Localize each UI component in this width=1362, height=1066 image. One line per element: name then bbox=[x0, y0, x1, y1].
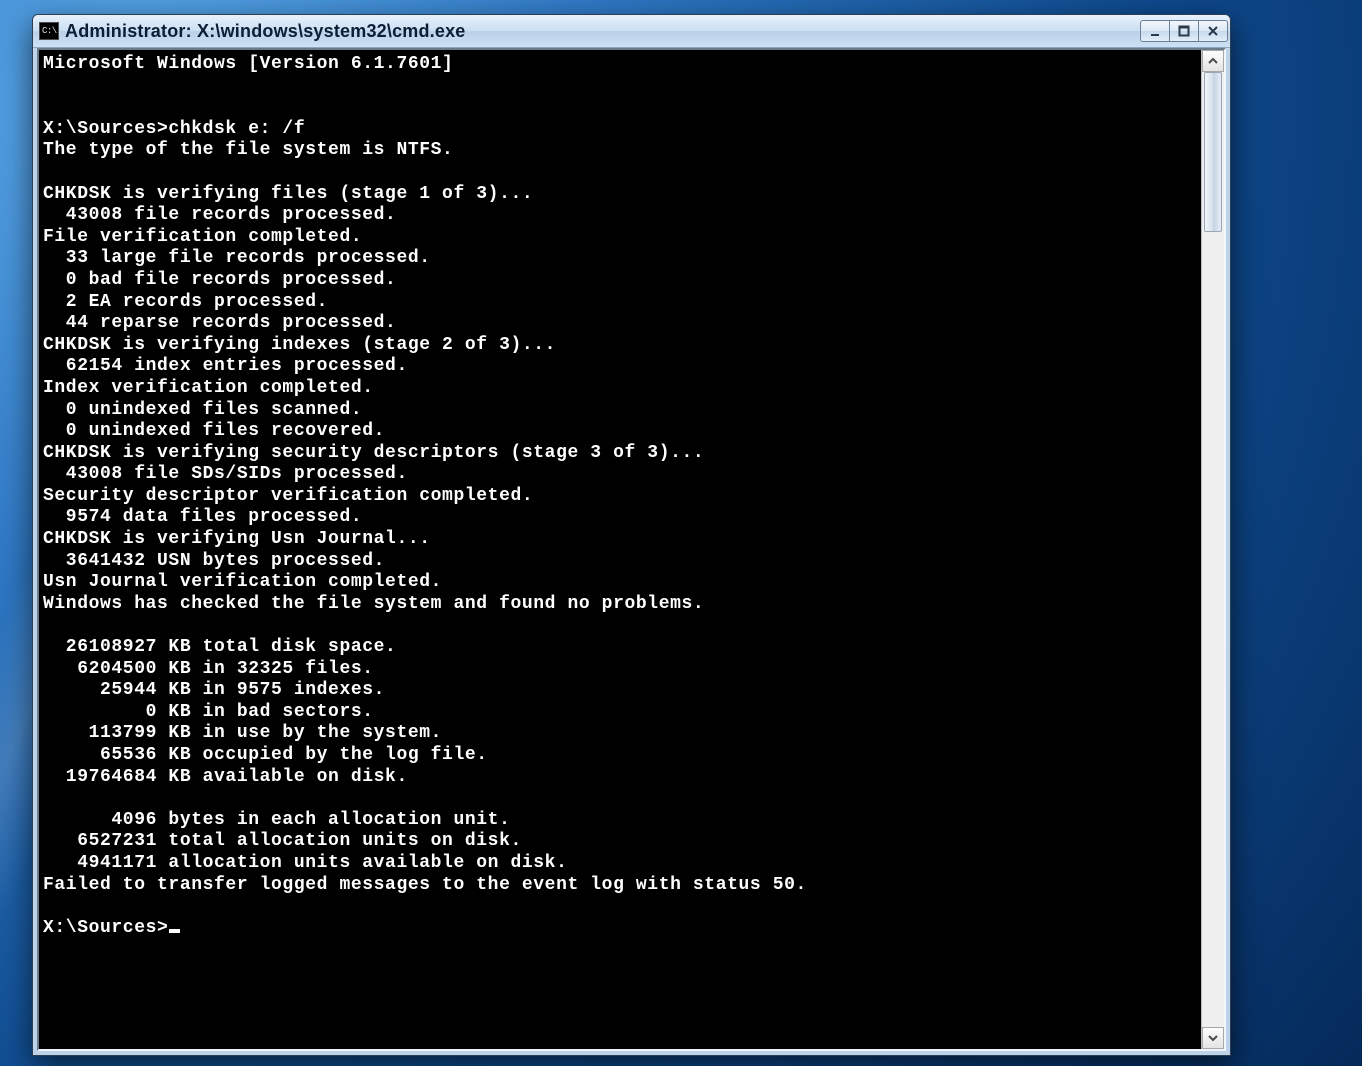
vertical-scrollbar[interactable] bbox=[1201, 50, 1224, 1049]
scroll-down-button[interactable] bbox=[1202, 1027, 1224, 1049]
chevron-up-icon bbox=[1207, 55, 1219, 67]
cmd-system-menu-icon[interactable]: C:\. bbox=[39, 22, 59, 40]
scrollbar-track[interactable] bbox=[1202, 72, 1224, 1027]
console-text: Microsoft Windows [Version 6.1.7601] X:\… bbox=[43, 54, 1197, 939]
chevron-down-icon bbox=[1207, 1032, 1219, 1044]
close-button[interactable] bbox=[1198, 20, 1228, 42]
text-cursor bbox=[169, 929, 180, 933]
window-buttons bbox=[1141, 20, 1228, 42]
scroll-up-button[interactable] bbox=[1202, 50, 1224, 72]
window-title: Administrator: X:\windows\system32\cmd.e… bbox=[65, 21, 466, 42]
desktop-background: C:\. Administrator: X:\windows\system32\… bbox=[0, 0, 1362, 1066]
console-frame: Microsoft Windows [Version 6.1.7601] X:\… bbox=[37, 48, 1226, 1051]
close-icon bbox=[1206, 24, 1220, 38]
cmd-icon-label: C:\. bbox=[42, 27, 62, 36]
console-output-area[interactable]: Microsoft Windows [Version 6.1.7601] X:\… bbox=[39, 50, 1201, 1049]
minimize-button[interactable] bbox=[1140, 20, 1170, 42]
scrollbar-thumb[interactable] bbox=[1204, 72, 1222, 232]
maximize-icon bbox=[1177, 24, 1191, 38]
titlebar[interactable]: C:\. Administrator: X:\windows\system32\… bbox=[33, 15, 1230, 48]
maximize-button[interactable] bbox=[1169, 20, 1199, 42]
cmd-window: C:\. Administrator: X:\windows\system32\… bbox=[32, 14, 1231, 1056]
minimize-icon bbox=[1148, 24, 1162, 38]
